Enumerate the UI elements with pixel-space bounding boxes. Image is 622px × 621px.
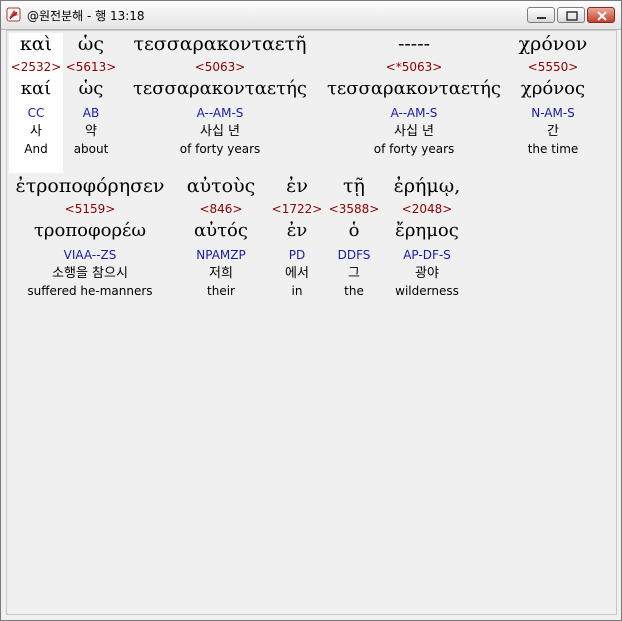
- korean-gloss: 사: [30, 124, 42, 139]
- english-gloss: wilderness: [395, 284, 459, 298]
- minimize-button[interactable]: [527, 7, 555, 23]
- korean-gloss: 간: [547, 124, 559, 139]
- word-column[interactable]: ὡς <5613> ὡς AB 약 about: [65, 33, 117, 156]
- greek-word: -----: [397, 33, 431, 55]
- parsing-code: NPAMZP: [196, 248, 246, 262]
- greek-word: αὐτοὺς: [186, 175, 256, 197]
- english-gloss: suffered he-manners: [27, 284, 153, 298]
- greek-word: ἐρήμῳ,: [393, 175, 461, 197]
- strong-number: <1722>: [271, 202, 323, 216]
- english-gloss: their: [207, 284, 235, 298]
- app-icon: [6, 7, 21, 22]
- greek-word: ἐν: [286, 175, 308, 197]
- word-column[interactable]: τῇ <3588> ὁ DDFS 그 the: [327, 175, 381, 298]
- lexical-form: τεσσαρακονταετής: [326, 78, 502, 99]
- parsing-code: VIAA--ZS: [63, 248, 117, 262]
- word-column[interactable]: αὐτοὺς <846> αὐτός NPAMZP 저희 their: [179, 175, 263, 298]
- greek-word: τεσσαρακονταετῆ: [133, 33, 307, 55]
- parsing-code: DDFS: [337, 248, 371, 262]
- word-column[interactable]: ἐρήμῳ, <2048> ἔρημος AP-DF-S 광야 wilderne…: [385, 175, 469, 298]
- analysis-pane: καὶ <2532> καί CC 사 And ὡς <5613> ὡς AB …: [6, 30, 617, 615]
- lexical-form: ὁ: [348, 220, 360, 241]
- english-gloss: of forty years: [373, 142, 455, 156]
- close-button[interactable]: [587, 7, 615, 23]
- lexical-form: ἐν: [286, 220, 308, 241]
- lexical-form: τεσσαρακονταετής: [132, 78, 308, 99]
- greek-word: ἐτροποφόρησεν: [15, 175, 165, 197]
- lexical-form: αὐτός: [194, 220, 248, 241]
- strong-number: <846>: [199, 202, 243, 216]
- strong-number: <2532>: [10, 60, 62, 74]
- strong-number: <*5063>: [385, 60, 443, 74]
- parsing-code: CC: [27, 106, 45, 120]
- korean-gloss: 약: [85, 124, 97, 139]
- word-column[interactable]: ἐτροποφόρησεν <5159> τροποφορέω VIAA--ZS…: [7, 175, 173, 298]
- greek-word: χρόνον: [518, 33, 588, 55]
- lexical-form: καί: [20, 78, 52, 99]
- english-gloss: in: [291, 284, 303, 298]
- english-gloss: the time: [527, 142, 579, 156]
- lexical-form: τροποφορέω: [33, 220, 147, 241]
- strong-number: <5550>: [527, 60, 579, 74]
- korean-gloss: 소행을 참으시: [52, 266, 128, 281]
- parsing-code: AP-DF-S: [403, 248, 451, 262]
- korean-gloss: 사십 년: [199, 124, 240, 139]
- maximize-icon: [566, 11, 578, 21]
- english-gloss: And: [24, 142, 48, 156]
- korean-gloss: 광야: [415, 266, 439, 281]
- korean-gloss: 사십 년: [393, 124, 434, 139]
- greek-word: ὡς: [77, 33, 105, 55]
- word-column[interactable]: καὶ <2532> καί CC 사 And: [9, 33, 63, 173]
- app-window: @원전분해 - 행 13:18 καὶ <2532> καί CC 사 And …: [0, 0, 622, 621]
- english-gloss: the: [344, 284, 364, 298]
- parsing-code: AB: [82, 106, 100, 120]
- lexical-form: ὡς: [78, 78, 104, 99]
- title-bar[interactable]: @원전분해 - 행 13:18: [1, 1, 621, 30]
- strong-number: <5159>: [64, 202, 116, 216]
- parsing-code: A--AM-S: [390, 106, 438, 120]
- window-title: @원전분해 - 행 13:18: [27, 9, 145, 23]
- word-column[interactable]: χρόνον <5550> χρόνος N-AM-S 간 the time: [509, 33, 597, 156]
- english-gloss: of forty years: [179, 142, 261, 156]
- greek-word: τῇ: [343, 175, 365, 197]
- parsing-code: A--AM-S: [196, 106, 244, 120]
- strong-number: <5063>: [194, 60, 246, 74]
- greek-word: καὶ: [19, 33, 53, 55]
- word-column[interactable]: ----- <*5063> τεσσαρακονταετής A--AM-S 사…: [321, 33, 507, 156]
- maximize-button[interactable]: [557, 7, 585, 23]
- strong-number: <5613>: [65, 60, 117, 74]
- korean-gloss: 저희: [209, 266, 233, 281]
- korean-gloss: 에서: [285, 266, 309, 281]
- english-gloss: about: [73, 142, 109, 156]
- word-column[interactable]: ἐν <1722> ἐν PD 에서 in: [271, 175, 323, 298]
- strong-number: <2048>: [401, 202, 453, 216]
- word-column[interactable]: τεσσαρακονταετῆ <5063> τεσσαρακονταετής …: [125, 33, 315, 156]
- lexical-form: ἔρημος: [395, 220, 459, 241]
- lexical-form: χρόνος: [520, 78, 586, 99]
- parsing-code: PD: [288, 248, 306, 262]
- minimize-icon: [537, 17, 546, 19]
- parsing-code: N-AM-S: [531, 106, 575, 120]
- korean-gloss: 그: [348, 266, 360, 281]
- strong-number: <3588>: [328, 202, 380, 216]
- close-icon: [597, 11, 607, 21]
